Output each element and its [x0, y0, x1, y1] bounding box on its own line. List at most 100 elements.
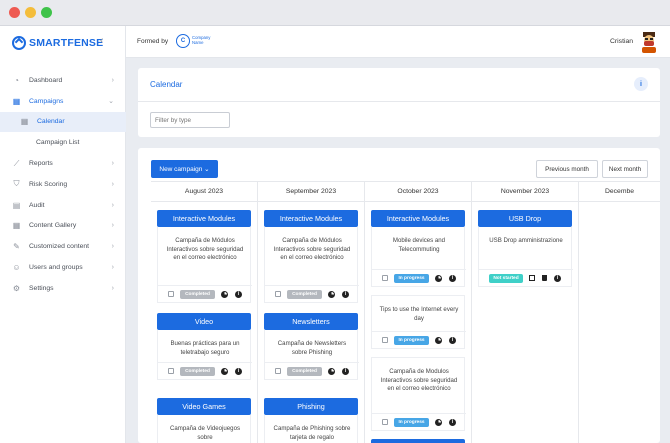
status-badge: In progress	[394, 335, 429, 345]
trash-icon[interactable]	[542, 275, 547, 281]
info-icon[interactable]: i	[449, 418, 456, 426]
chevron-right-icon: ›	[111, 243, 114, 251]
select-checkbox[interactable]	[275, 368, 281, 374]
pie-chart-icon[interactable]	[221, 290, 228, 298]
calendar-columns: August 2023 Interactive Modules Campaña …	[151, 181, 660, 443]
select-checkbox[interactable]	[382, 275, 388, 281]
campaign-type-tag-partial[interactable]	[371, 439, 465, 443]
month-header: Decembe	[579, 182, 660, 202]
sidebar-item-users-and-groups[interactable]: ☺ Users and groups ›	[0, 257, 126, 278]
campaign-card-footer: In progress i	[372, 269, 466, 286]
status-badge: Completed	[180, 289, 215, 299]
campaign-type-tag[interactable]: Interactive Modules	[157, 210, 251, 227]
campaign-type-tag[interactable]: Interactive Modules	[264, 210, 358, 227]
info-icon[interactable]: i	[449, 336, 456, 344]
campaign-type-tag[interactable]: Newsletters	[264, 313, 358, 330]
campaign-card[interactable]: Campaña de Modulos Interactivos sobre se…	[371, 357, 466, 431]
campaign-card[interactable]: Campaña de Phishing sobre tarjeta de reg…	[264, 415, 358, 443]
sidebar-item-risk-scoring[interactable]: ⛉ Risk Scoring ›	[0, 174, 126, 195]
sidebar-item-customized-content[interactable]: ✎ Customized content ›	[0, 236, 126, 257]
campaign-description: Campaña de Newsletters sobre Phishing	[277, 340, 347, 356]
pie-chart-icon[interactable]	[435, 418, 442, 426]
chevron-right-icon: ›	[111, 222, 114, 230]
pie-chart-icon[interactable]	[221, 367, 228, 375]
month-column-october: October 2023 Interactive Modules Mobile …	[365, 182, 472, 443]
campaign-type-tag[interactable]: Phishing	[264, 398, 358, 415]
campaign-card[interactable]: USB Drop amministrazione Not started i	[478, 227, 573, 287]
campaign-description: USB Drop amministrazione	[489, 237, 563, 244]
select-checkbox[interactable]	[382, 337, 388, 343]
status-badge: Completed	[287, 289, 322, 299]
select-checkbox[interactable]	[382, 419, 388, 425]
campaign-type-tag[interactable]: Video Games	[157, 398, 251, 415]
month-column-august: August 2023 Interactive Modules Campaña …	[151, 182, 258, 443]
brand[interactable]: SMARTFENSE	[12, 36, 103, 50]
campaign-card[interactable]: Mobile devices and Telecommuting In prog…	[371, 227, 466, 287]
campaign-card[interactable]: Buenas prácticas para un teletrabajo seg…	[157, 330, 252, 380]
campaign-card[interactable]: Campaña de Videojuegos sobre	[157, 415, 251, 443]
sidebar-item-label: Customized content	[29, 243, 90, 251]
close-window-button[interactable]	[9, 7, 20, 18]
campaign-description: Campaña de Módulos Interactivos sobre se…	[166, 237, 244, 261]
campaign-description: Campaña de Modulos Interactivos sobre se…	[380, 368, 458, 392]
campaign-card[interactable]: Campaña de Módulos Interactivos sobre se…	[157, 227, 252, 303]
info-icon[interactable]: i	[342, 290, 349, 298]
chevron-right-icon: ›	[111, 264, 114, 272]
window-titlebar	[0, 0, 670, 26]
collapse-sidebar-icon[interactable]: ‹	[100, 35, 103, 46]
maximize-window-button[interactable]	[41, 7, 52, 18]
select-checkbox[interactable]	[168, 368, 174, 374]
sidebar-item-audit[interactable]: ▤ Audit ›	[0, 195, 126, 216]
sidebar-item-dashboard[interactable]: ◔ Dashboard ›	[0, 70, 126, 91]
pie-chart-icon[interactable]	[328, 367, 335, 375]
previous-month-button[interactable]: Previous month	[536, 160, 598, 178]
sidebar-item-campaigns[interactable]: ▦ Campaigns ⌄	[0, 91, 126, 112]
sidebar-item-reports[interactable]: ⟋ Reports ›	[0, 153, 126, 174]
info-icon[interactable]: i	[634, 77, 648, 91]
campaign-description: Buenas prácticas para un teletrabajo seg…	[170, 340, 240, 356]
minimize-window-button[interactable]	[25, 7, 36, 18]
shield-icon: ⛉	[13, 179, 20, 189]
info-icon[interactable]: i	[235, 367, 242, 375]
sidebar-item-calendar[interactable]: ▦ Calendar	[0, 111, 126, 133]
new-campaign-button[interactable]: New campaign ⌄	[151, 160, 218, 178]
sidebar-item-label: Calendar	[37, 118, 65, 126]
avatar[interactable]	[639, 31, 659, 53]
month-column-november: November 2023 USB Drop USB Drop amminist…	[472, 182, 579, 443]
next-month-button[interactable]: Next month	[602, 160, 648, 178]
sidebar-item-campaign-list[interactable]: Campaign List	[0, 132, 126, 153]
status-badge: Completed	[180, 366, 215, 376]
audit-icon: ▤	[12, 200, 21, 210]
filter-by-type-input[interactable]	[150, 112, 230, 128]
status-badge: In progress	[394, 417, 429, 427]
campaign-card[interactable]: Campaña de Newsletters sobre Phishing Co…	[264, 330, 359, 380]
divider	[138, 101, 660, 102]
pie-chart-icon[interactable]	[435, 336, 442, 344]
info-icon[interactable]: i	[449, 274, 456, 282]
campaign-card-footer: Completed i	[265, 285, 359, 302]
gear-icon: ⚙	[12, 283, 21, 293]
campaign-card[interactable]: Tips to use the Internet every day In pr…	[371, 295, 466, 349]
pie-chart-icon[interactable]	[328, 290, 335, 298]
info-icon[interactable]: i	[235, 290, 242, 298]
sidebar-item-label: Campaign List	[36, 139, 80, 147]
info-icon[interactable]: i	[342, 367, 349, 375]
campaign-description: Campaña de Módulos Interactivos sobre se…	[273, 237, 351, 261]
select-checkbox[interactable]	[168, 291, 174, 297]
edit-icon[interactable]	[529, 275, 535, 281]
brand-name: SMARTFENSE	[29, 37, 104, 49]
sidebar-item-settings[interactable]: ⚙ Settings ›	[0, 278, 126, 299]
campaign-type-tag[interactable]: Interactive Modules	[371, 210, 465, 227]
campaign-description: Campaña de Videojuegos sobre	[169, 425, 241, 441]
company-name: Company Name	[192, 35, 211, 45]
campaign-type-tag[interactable]: USB Drop	[478, 210, 572, 227]
campaign-type-tag[interactable]: Video	[157, 313, 251, 330]
brand-logo-icon	[12, 36, 26, 50]
campaign-card[interactable]: Campaña de Módulos Interactivos sobre se…	[264, 227, 359, 303]
select-checkbox[interactable]	[275, 291, 281, 297]
status-badge: In progress	[394, 273, 429, 283]
formed-by-label: Formed by	[137, 38, 169, 45]
info-icon[interactable]: i	[554, 274, 561, 282]
pie-chart-icon[interactable]	[435, 274, 442, 282]
sidebar-item-content-gallery[interactable]: ▦ Content Gallery ›	[0, 216, 126, 237]
